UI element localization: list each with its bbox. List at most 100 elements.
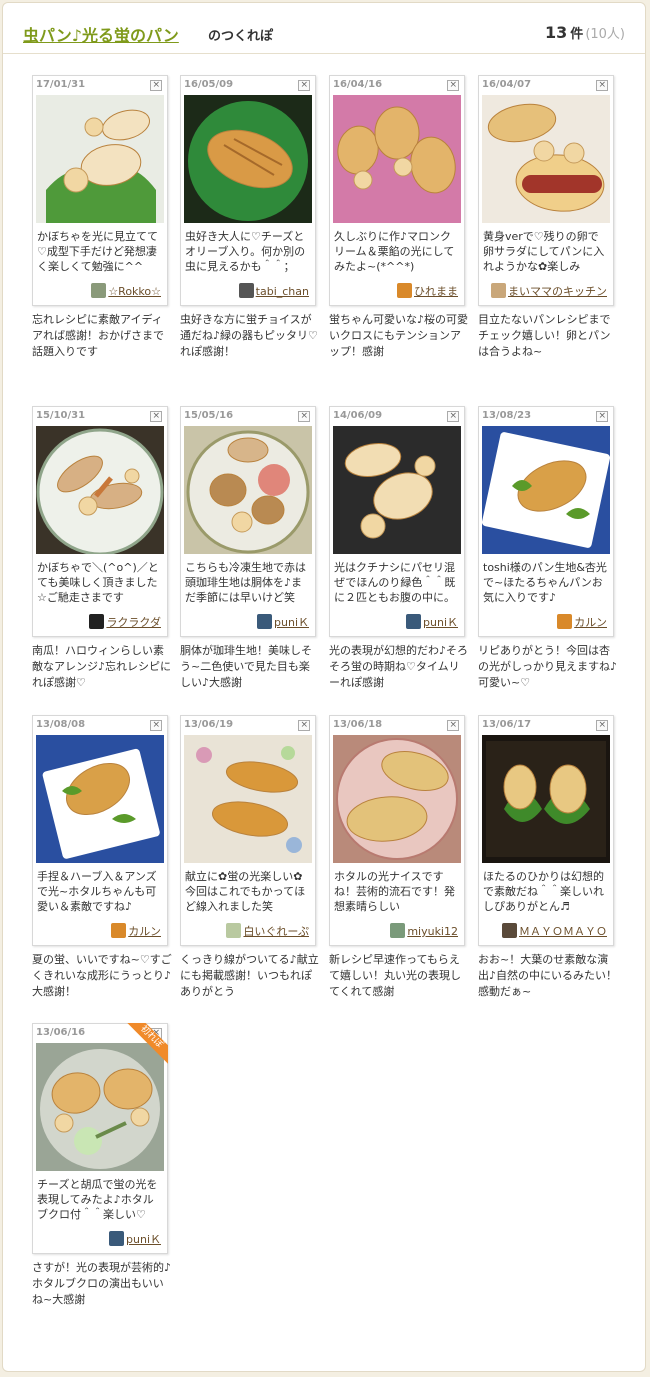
- report-comment: 黄身verで♡残りの卵で卵サラダにしてパンに入れようかな✿楽しみ: [483, 230, 605, 273]
- report-photo[interactable]: [184, 426, 312, 554]
- card-top: 15/10/31 ×: [33, 407, 167, 426]
- report-entry: 13/08/23 × toshi様のパン生地&杏光で~ほたるちゃんパンお気に入り…: [478, 406, 618, 691]
- report-card: 15/05/16 × こちらも冷凍生地で赤は頭珈琲生地は胴体を♪まだ季節には早い…: [180, 406, 316, 637]
- recipe-title-link[interactable]: 虫パン♪光る蛍のパン: [23, 22, 179, 46]
- report-date: 16/04/07: [482, 79, 532, 90]
- close-button[interactable]: ×: [447, 80, 459, 91]
- author-link[interactable]: tabi_chan: [181, 283, 315, 305]
- report-card: 16/04/07 × 黄身verで♡残りの卵で卵サラダにしてパンに入れようかな✿…: [478, 75, 614, 306]
- report-comment: かぼちゃを光に見立てて♡成型下手だけど発想凄く楽しくて勉強に^^: [37, 230, 158, 273]
- photo-image: [184, 735, 312, 863]
- author-reply: さすが！光の表現が芸術的♪ホタルブクロの演出もいいね~大感謝: [32, 1261, 172, 1306]
- author-link[interactable]: 白いぐれーぷ: [181, 923, 315, 945]
- author-reply: おお~！大葉のせ素敵な演出♪自然の中にいるみたい！感動だぁ~: [478, 953, 618, 998]
- report-date: 13/06/18: [333, 719, 383, 730]
- report-comment: 光はクチナシにパセリ混ぜでほんのり緑色＾＾既に２匹ともお腹の中に。: [334, 561, 456, 604]
- report-photo[interactable]: [333, 735, 461, 863]
- photo-image: [36, 95, 164, 223]
- close-button[interactable]: ×: [150, 720, 162, 731]
- report-date: 13/06/17: [482, 719, 532, 730]
- author-reply: 胴体が珈琲生地！美味しそう~二色使いで見た目も楽しい♪大感謝: [180, 644, 312, 689]
- photo-image: [36, 426, 164, 554]
- report-photo[interactable]: [36, 95, 164, 223]
- close-button[interactable]: ×: [596, 720, 608, 731]
- user-avatar-icon: [111, 923, 127, 938]
- photo-image: [184, 95, 312, 223]
- count-number: 13: [545, 23, 568, 42]
- report-photo[interactable]: [333, 426, 461, 554]
- user-avatar-icon: [390, 923, 406, 938]
- author-reply: 新レシピ早速作ってもらえて嬉しい！丸い光の表現してくれて感謝: [329, 953, 461, 998]
- close-button[interactable]: ×: [447, 720, 459, 731]
- author-link[interactable]: ラクラクダ: [33, 614, 167, 636]
- close-button[interactable]: ×: [298, 411, 310, 422]
- report-entry: 13/06/18 × ホタルの光ナイスですね！芸術的流石です！発想素晴らしい m…: [329, 715, 469, 1000]
- photo-image: [482, 735, 610, 863]
- author-reply: 虫好きな方に蛍チョイスが通だね♪緑の器もピッタリ♡れぽ感謝！: [180, 313, 318, 358]
- author-link[interactable]: puniＫ: [33, 1231, 167, 1253]
- report-entry: 13/06/17 × ほたるのひかりは幻想的で素敵だね＾＾楽しいれしぴありがとん…: [478, 715, 618, 1000]
- author-link[interactable]: miyuki12: [330, 923, 464, 945]
- report-entry: 16/05/09 × 虫好き大人に♡チーズとオリーブ入り。何か別の虫に見えるかも…: [180, 75, 320, 360]
- report-entry: 15/10/31 × かぼちゃで＼(^o^)／とても美味しく頂きました☆ご馳走さ…: [32, 406, 172, 691]
- photo-image: [482, 426, 610, 554]
- author-link[interactable]: カルン: [33, 923, 167, 945]
- report-card: 16/05/09 × 虫好き大人に♡チーズとオリーブ入り。何か別の虫に見えるかも…: [180, 75, 316, 306]
- close-button[interactable]: ×: [596, 411, 608, 422]
- report-card: 17/01/31 × かぼちゃを光に見立てて♡成型下手だけど発想凄く楽しくて勉強…: [32, 75, 168, 306]
- report-card: 13/06/18 × ホタルの光ナイスですね！芸術的流石です！発想素晴らしい m…: [329, 715, 465, 946]
- author-link[interactable]: カルン: [479, 614, 613, 636]
- report-photo[interactable]: [482, 426, 610, 554]
- report-photo[interactable]: [482, 735, 610, 863]
- author-name: puniＫ: [274, 616, 309, 629]
- close-button[interactable]: ×: [447, 411, 459, 422]
- user-avatar-icon: [397, 283, 412, 298]
- badge-label: 初れぽ: [126, 1023, 168, 1065]
- author-reply: リピありがとう！今回は杏の光がしっかり見えますね♪可愛い~♡: [478, 644, 618, 689]
- report-comment: toshi様のパン生地&杏光で~ほたるちゃんパンお気に入りです♪: [483, 561, 607, 604]
- report-photo[interactable]: [333, 95, 461, 223]
- report-comment: 献立に✿蛍の光楽しい✿今回はこれでもかってほど線入れました笑: [185, 870, 306, 913]
- author-link[interactable]: ☆Rokko☆: [33, 283, 167, 305]
- report-photo[interactable]: [184, 95, 312, 223]
- author-link[interactable]: ＭＡＹＯＭＡＹＯ: [479, 923, 613, 945]
- author-reply: 忘れレシピに素敵アイディアれば感謝！おかげさまで話題入りです: [32, 313, 164, 358]
- report-entry: 16/04/16 × 久しぶりに作♪マロンクリーム＆栗餡の光にしてみたよ~(*^…: [329, 75, 469, 360]
- close-button[interactable]: ×: [150, 80, 162, 91]
- card-top: 13/06/18 ×: [330, 716, 464, 735]
- author-name: カルン: [574, 616, 607, 629]
- report-photo[interactable]: [36, 426, 164, 554]
- card-top: 16/04/07 ×: [479, 76, 613, 95]
- report-card: 14/06/09 × 光はクチナシにパセリ混ぜでほんのり緑色＾＾既に２匹ともお腹…: [329, 406, 465, 637]
- close-button[interactable]: ×: [298, 720, 310, 731]
- report-photo[interactable]: [482, 95, 610, 223]
- people-count: (10人): [585, 27, 625, 42]
- card-top: 17/01/31 ×: [33, 76, 167, 95]
- user-avatar-icon: [238, 283, 254, 298]
- report-photo[interactable]: [36, 735, 164, 863]
- author-link[interactable]: puniＫ: [330, 614, 464, 636]
- author-link[interactable]: まいママのキッチン: [479, 283, 613, 305]
- report-entry: 13/08/08 × 手捏＆ハーブ入＆アンズで光~ホタルちゃんも可愛い＆素敵です…: [32, 715, 172, 1000]
- report-entry: 17/01/31 × かぼちゃを光に見立てて♡成型下手だけど発想凄く楽しくて勉強…: [32, 75, 172, 360]
- user-avatar-icon: [109, 1231, 125, 1246]
- report-photo[interactable]: [184, 735, 312, 863]
- title-suffix: のつくれぽ: [208, 29, 274, 44]
- report-comment: 虫好き大人に♡チーズとオリーブ入り。何か別の虫に見えるかも＾＾；: [185, 230, 306, 273]
- close-button[interactable]: ×: [596, 80, 608, 91]
- report-card: 13/08/08 × 手捏＆ハーブ入＆アンズで光~ホタルちゃんも可愛い＆素敵です…: [32, 715, 168, 946]
- card-top: 16/05/09 ×: [181, 76, 315, 95]
- close-button[interactable]: ×: [298, 80, 310, 91]
- author-name: ☆Rokko☆: [108, 285, 161, 298]
- card-top: 16/04/16 ×: [330, 76, 464, 95]
- author-reply: くっきり線がついてる♪献立にも掲載感謝！いつもれぽありがとう: [180, 953, 319, 998]
- report-comment: ホタルの光ナイスですね！芸術的流石です！発想素晴らしい: [334, 870, 455, 913]
- card-top: 13/06/17 ×: [479, 716, 613, 735]
- author-link[interactable]: puniＫ: [181, 614, 315, 636]
- report-card: 16/04/16 × 久しぶりに作♪マロンクリーム＆栗餡の光にしてみたよ~(*^…: [329, 75, 465, 306]
- user-avatar-icon: [226, 923, 242, 938]
- report-comment: 久しぶりに作♪マロンクリーム＆栗餡の光にしてみたよ~(*^^*): [334, 230, 455, 273]
- report-card: 13/06/16 × チーズと胡瓜で蛍の光を表現してみたよ♪ホタルブクロ付＾＾楽…: [32, 1023, 168, 1254]
- author-link[interactable]: ひれまま: [330, 283, 464, 305]
- close-button[interactable]: ×: [150, 411, 162, 422]
